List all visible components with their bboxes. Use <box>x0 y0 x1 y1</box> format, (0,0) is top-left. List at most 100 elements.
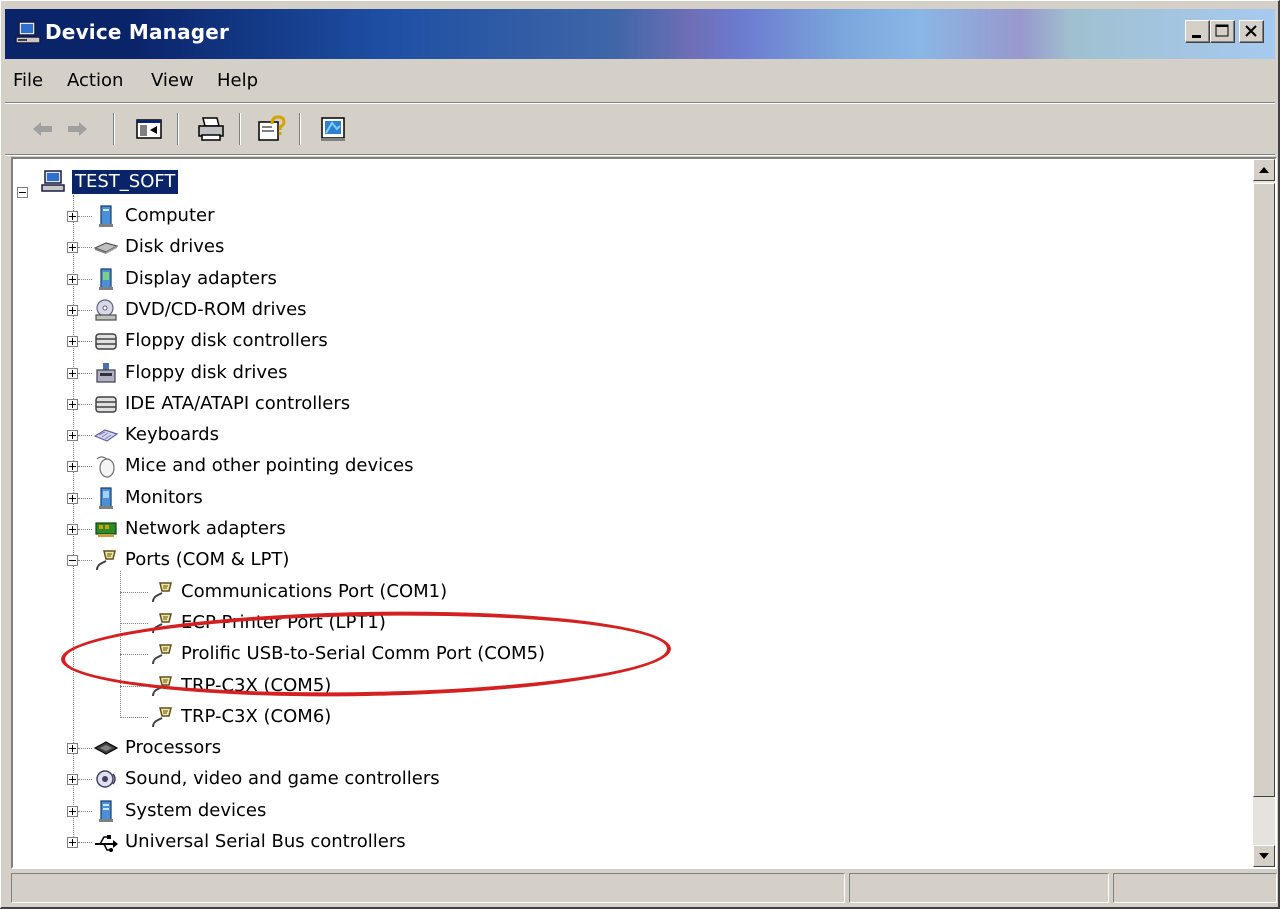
tree-item-mouse-label: Mice and other pointing devices <box>125 455 414 477</box>
port-child-item-label: TRP-C3X (COM6) <box>181 705 332 727</box>
usb-icon <box>95 835 118 852</box>
menu-separator <box>5 102 1275 104</box>
show-hide-console-tree-icon <box>136 119 162 139</box>
root-label: TEST_SOFT <box>72 170 179 194</box>
device-manager-window: Device Manager File Action View Help TES… <box>0 0 1280 909</box>
print-icon <box>198 117 224 141</box>
expand-toggle[interactable] <box>67 367 78 379</box>
port-child-item[interactable]: TRP-C3X (COM5) <box>149 671 331 701</box>
expand-toggle[interactable] <box>67 304 78 316</box>
scroll-down-button[interactable] <box>1253 845 1275 867</box>
tree-item-computer[interactable]: Computer <box>93 201 214 231</box>
tree-item-controller-label: IDE ATA/ATAPI controllers <box>125 392 351 414</box>
back-arrow-icon <box>33 122 52 136</box>
expand-toggle[interactable] <box>67 743 78 755</box>
port-child-item[interactable]: ECP Printer Port (LPT1) <box>149 608 386 638</box>
print-button[interactable] <box>193 111 229 147</box>
tree-connector <box>78 466 92 468</box>
scroll-up-icon <box>1259 167 1269 173</box>
toolbar <box>5 105 1275 153</box>
forward-button[interactable] <box>59 111 95 147</box>
tree-connector <box>78 779 92 781</box>
tree-item-controller-label: Floppy disk controllers <box>125 330 328 352</box>
maximize-button[interactable] <box>1210 20 1235 43</box>
tree-connector <box>120 571 121 718</box>
tree-connector <box>78 403 92 405</box>
expand-toggle[interactable] <box>67 837 78 848</box>
tree-connector <box>120 591 148 593</box>
tree-item-dvd-drive[interactable]: DVD/CD-ROM drives <box>93 295 307 325</box>
minimize-button[interactable] <box>1185 20 1210 43</box>
menu-file[interactable]: File <box>13 70 43 91</box>
port-child-item[interactable]: Prolific USB-to-Serial Comm Port (COM5) <box>149 639 545 669</box>
controller-icon <box>95 333 117 350</box>
tree-item-processor[interactable]: Processors <box>93 733 221 763</box>
disk-drive-icon <box>93 242 119 255</box>
expand-toggle[interactable] <box>67 273 78 285</box>
tree-item-floppy-drive[interactable]: Floppy disk drives <box>93 358 287 388</box>
device-manager-icon <box>15 21 41 44</box>
scroll-up-button[interactable] <box>1253 159 1275 181</box>
menu-action[interactable]: Action <box>67 70 123 91</box>
tree-item-disk-drive-label: Disk drives <box>125 236 225 258</box>
collapse-toggle[interactable] <box>17 186 28 198</box>
tree-item-display-adapter-label: Display adapters <box>125 267 277 289</box>
expand-toggle[interactable] <box>67 461 78 473</box>
toolbar-separator-line <box>5 154 1275 156</box>
tree-item-ports[interactable]: Ports (COM & LPT) <box>93 545 289 575</box>
vertical-scrollbar[interactable] <box>1253 159 1275 867</box>
collapse-toggle[interactable] <box>67 555 78 567</box>
tree-item-controller[interactable]: Floppy disk controllers <box>93 326 328 356</box>
tree-item-mouse[interactable]: Mice and other pointing devices <box>93 451 413 481</box>
port-child-item-label: Communications Port (COM1) <box>181 580 448 602</box>
tree-connector <box>120 654 148 656</box>
tree-item-network-adapter[interactable]: Network adapters <box>93 514 286 544</box>
port-child-item[interactable]: Communications Port (COM1) <box>149 577 447 607</box>
expand-toggle[interactable] <box>67 774 78 786</box>
tree-item-keyboard[interactable]: Keyboards <box>93 420 219 450</box>
scroll-thumb[interactable] <box>1253 183 1275 797</box>
tree-item-monitor[interactable]: Monitors <box>93 483 203 513</box>
floppy-drive-icon <box>96 362 116 383</box>
port-child-item[interactable]: TRP-C3X (COM6) <box>149 702 331 732</box>
scan-hardware-button[interactable] <box>315 111 351 147</box>
tree-item-usb[interactable]: Universal Serial Bus controllers <box>93 827 406 857</box>
close-button[interactable] <box>1239 20 1264 43</box>
scroll-down-icon <box>1259 853 1269 859</box>
menu-view[interactable]: View <box>151 70 194 91</box>
tree-item-sound[interactable]: Sound, video and game controllers <box>93 764 440 794</box>
ports-label: Ports (COM & LPT) <box>125 549 290 571</box>
expand-toggle[interactable] <box>67 805 78 817</box>
expand-toggle[interactable] <box>67 430 78 442</box>
tree-connector <box>78 810 92 812</box>
expand-toggle[interactable] <box>67 211 78 222</box>
back-button[interactable] <box>25 111 61 147</box>
title-bar[interactable]: Device Manager <box>5 9 1275 59</box>
mouse-icon <box>96 456 115 478</box>
dvd-drive-icon <box>95 299 117 321</box>
processor-icon <box>93 741 119 755</box>
window-title: Device Manager <box>45 20 230 44</box>
status-pane-main <box>11 873 845 903</box>
device-tree-view[interactable]: TEST_SOFT Computer Disk drives Display ada… <box>11 157 1277 869</box>
tree-connector <box>78 560 92 562</box>
port-icon <box>152 613 172 633</box>
tree-item-controller[interactable]: IDE ATA/ATAPI controllers <box>93 389 350 419</box>
help-button[interactable] <box>253 111 289 147</box>
expand-toggle[interactable] <box>67 492 78 504</box>
close-icon <box>1245 25 1257 37</box>
expand-toggle[interactable] <box>67 398 78 410</box>
tree-connector <box>120 716 148 718</box>
show-hide-tree-button[interactable] <box>131 111 167 147</box>
tree-item-disk-drive[interactable]: Disk drives <box>93 232 224 262</box>
expand-toggle[interactable] <box>67 242 78 254</box>
expand-toggle[interactable] <box>67 336 78 348</box>
expand-toggle[interactable] <box>67 524 78 535</box>
tree-item-display-adapter[interactable]: Display adapters <box>93 264 277 294</box>
tree-item-monitor-label: Monitors <box>125 486 203 508</box>
keyboard-icon <box>93 429 119 442</box>
tree-item-system-device[interactable]: System devices <box>93 796 266 826</box>
tree-root[interactable]: TEST_SOFT <box>17 167 179 198</box>
port-child-item-label: ECP Printer Port (LPT1) <box>181 611 386 633</box>
menu-help[interactable]: Help <box>217 70 258 91</box>
